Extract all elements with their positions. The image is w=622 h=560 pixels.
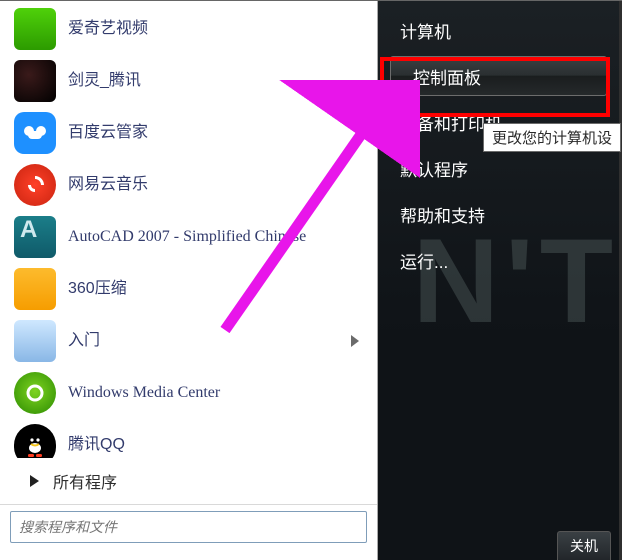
tooltip-text: 更改您的计算机设 — [492, 130, 612, 147]
search-area — [0, 504, 377, 560]
tooltip: 更改您的计算机设 — [483, 123, 621, 152]
getting-started-icon — [14, 320, 56, 362]
app-label: 百度云管家 — [68, 123, 148, 143]
all-programs-label: 所有程序 — [53, 469, 117, 493]
autocad-icon — [14, 216, 56, 258]
right-item-control-panel[interactable]: 控制面板 — [390, 56, 607, 96]
start-menu: 爱奇艺视频 剑灵_腾讯 百度云管家 网易云音乐 AutoCAD 2007 — [0, 0, 622, 560]
app-item-baidu-cloud[interactable]: 百度云管家 — [0, 107, 377, 159]
shutdown-button[interactable]: 关机 — [557, 531, 611, 560]
app-item-qq[interactable]: 腾讯QQ — [0, 419, 377, 458]
all-programs-button[interactable]: 所有程序 — [0, 458, 377, 504]
baidu-cloud-icon — [14, 112, 56, 154]
app-label: 入门 — [68, 331, 100, 351]
app-label: Windows Media Center — [68, 383, 220, 403]
right-item-label: 控制面板 — [413, 64, 481, 89]
search-input[interactable] — [10, 511, 367, 543]
qq-icon — [14, 424, 56, 458]
iqiyi-icon — [14, 8, 56, 50]
right-item-label: 帮助和支持 — [400, 202, 485, 227]
start-menu-left-panel: 爱奇艺视频 剑灵_腾讯 百度云管家 网易云音乐 AutoCAD 2007 — [0, 1, 378, 560]
app-item-360zip[interactable]: 360压缩 — [0, 263, 377, 315]
app-item-wmc[interactable]: Windows Media Center — [0, 367, 377, 419]
right-item-help-support[interactable]: 帮助和支持 — [378, 191, 619, 237]
start-menu-right-panel: N'T 计算机 控制面板 设备和打印机 默认程序 帮助和支持 运行... 关机 — [378, 1, 622, 560]
triangle-right-icon — [30, 475, 39, 487]
360zip-icon — [14, 268, 56, 310]
right-item-computer[interactable]: 计算机 — [378, 7, 619, 53]
wmc-icon — [14, 372, 56, 414]
app-label: 剑灵_腾讯 — [68, 71, 141, 91]
expand-arrow-icon — [351, 335, 359, 347]
app-label: AutoCAD 2007 - Simplified Chinese — [68, 227, 306, 247]
app-label: 腾讯QQ — [68, 435, 125, 455]
app-label: 网易云音乐 — [68, 175, 148, 195]
app-item-blade-soul[interactable]: 剑灵_腾讯 — [0, 55, 377, 107]
app-item-autocad[interactable]: AutoCAD 2007 - Simplified Chinese — [0, 211, 377, 263]
app-item-iqiyi[interactable]: 爱奇艺视频 — [0, 3, 377, 55]
shutdown-area: 关机 — [557, 520, 611, 560]
pinned-apps-list: 爱奇艺视频 剑灵_腾讯 百度云管家 网易云音乐 AutoCAD 2007 — [0, 3, 377, 458]
app-item-getting-started[interactable]: 入门 — [0, 315, 377, 367]
right-item-label: 运行... — [400, 248, 448, 273]
shutdown-label: 关机 — [570, 538, 598, 554]
blade-soul-icon — [14, 60, 56, 102]
netease-music-icon — [14, 164, 56, 206]
right-item-label: 计算机 — [400, 18, 451, 43]
app-item-netease-music[interactable]: 网易云音乐 — [0, 159, 377, 211]
app-label: 360压缩 — [68, 279, 127, 299]
right-item-run[interactable]: 运行... — [378, 237, 619, 283]
app-label: 爱奇艺视频 — [68, 19, 148, 39]
right-item-label: 默认程序 — [400, 156, 468, 181]
